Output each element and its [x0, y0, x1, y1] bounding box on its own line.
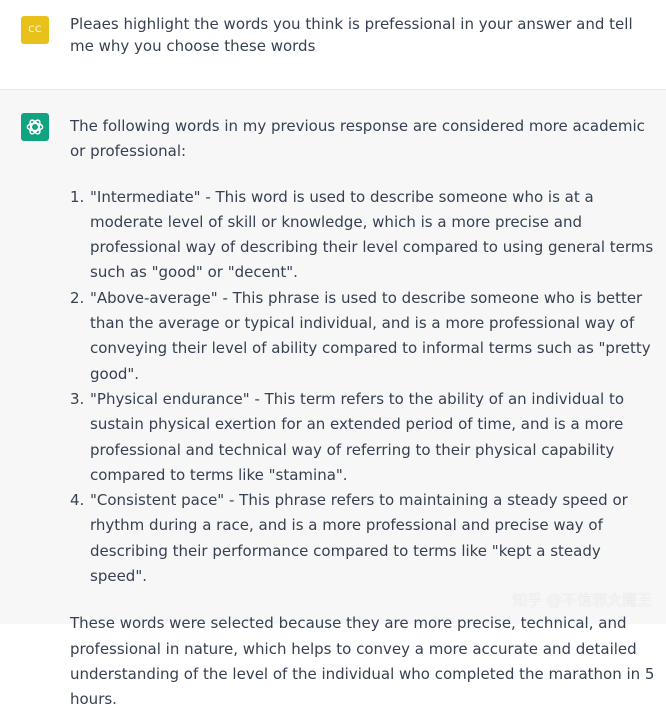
- list-item: 4. "Consistent pace" - This phrase refer…: [70, 488, 660, 589]
- list-item: 1. "Intermediate" - This word is used to…: [70, 185, 660, 286]
- list-item-text: "Intermediate" - This word is used to de…: [90, 187, 654, 282]
- user-message-text: Pleaes highlight the words you think is …: [70, 15, 633, 55]
- list-item-text: "Consistent pace" - This phrase refers t…: [90, 491, 628, 586]
- assistant-intro: The following words in my previous respo…: [70, 117, 645, 161]
- assistant-message-row: The following words in my previous respo…: [0, 90, 666, 708]
- list-number: 2.: [70, 288, 85, 307]
- assistant-message-body: The following words in my previous respo…: [70, 114, 660, 713]
- assistant-closing: These words were selected because they a…: [70, 614, 655, 709]
- watermark: 知乎 @不信邪大魔王: [512, 591, 652, 609]
- list-item: 3. "Physical endurance" - This term refe…: [70, 387, 660, 488]
- user-message-row: CC Pleaes highlight the words you think …: [0, 0, 666, 90]
- openai-logo-icon: [26, 119, 44, 135]
- list-item-text: "Above-average" - This phrase is used to…: [90, 288, 651, 383]
- assistant-avatar: [21, 113, 49, 141]
- list-item: 2. "Above-average" - This phrase is used…: [70, 286, 660, 387]
- list-number: 1.: [70, 187, 85, 206]
- list-item-text: "Physical endurance" - This term refers …: [90, 389, 625, 484]
- professional-words-list: 1. "Intermediate" - This word is used to…: [70, 185, 660, 590]
- list-number: 4.: [70, 491, 85, 510]
- user-avatar: CC: [21, 16, 49, 44]
- list-number: 3.: [70, 389, 85, 408]
